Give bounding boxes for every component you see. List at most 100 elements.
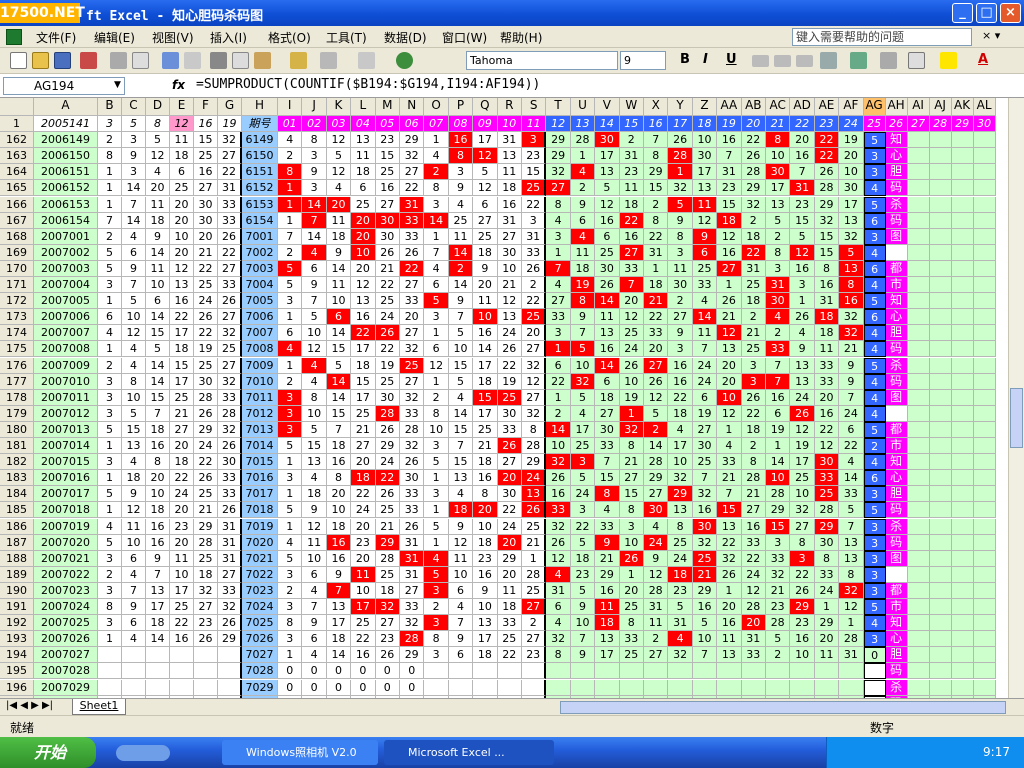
column-header[interactable]: AJ <box>929 98 952 116</box>
matrix-cell[interactable]: 12 <box>717 325 742 342</box>
header-cell[interactable]: 18 <box>692 116 718 133</box>
matrix-cell[interactable]: 0 <box>400 679 425 696</box>
matrix-cell[interactable]: 25 <box>375 293 400 310</box>
label-cell[interactable]: 胆 <box>885 164 908 181</box>
matrix-cell[interactable] <box>619 663 644 680</box>
empty-cell[interactable] <box>973 663 996 680</box>
matrix-cell[interactable]: 3 <box>546 228 571 245</box>
number-cell[interactable]: 14 <box>122 212 146 229</box>
matrix-cell[interactable]: 4 <box>570 228 596 245</box>
number-cell[interactable]: 13 <box>122 438 146 455</box>
column-header[interactable]: AH <box>885 98 908 116</box>
label-cell[interactable]: 心 <box>885 470 908 487</box>
matrix-cell[interactable]: 16 <box>546 486 571 503</box>
matrix-cell[interactable]: 3 <box>278 470 303 487</box>
issue-cell[interactable]: 2007007 <box>34 325 98 342</box>
number-cell[interactable]: 3 <box>98 389 122 406</box>
number-cell[interactable]: 4 <box>122 357 146 374</box>
matrix-cell[interactable]: 30 <box>375 389 400 406</box>
number-cell[interactable]: 26 <box>218 502 242 519</box>
matrix-cell[interactable]: 3 <box>278 293 303 310</box>
matrix-cell[interactable]: 6 <box>766 405 791 422</box>
matrix-cell[interactable]: 27 <box>497 228 522 245</box>
column-header[interactable]: A <box>34 98 98 116</box>
number-cell[interactable]: 25 <box>194 357 218 374</box>
matrix-cell[interactable]: 27 <box>522 631 547 648</box>
matrix-cell[interactable]: 24 <box>351 502 376 519</box>
label-cell[interactable]: 杀 <box>885 679 908 696</box>
matrix-cell[interactable]: 25 <box>522 582 547 599</box>
matrix-cell[interactable]: 0 <box>351 679 376 696</box>
matrix-cell[interactable]: 4 <box>278 341 303 358</box>
number-cell[interactable]: 20 <box>146 180 170 197</box>
empty-cell[interactable] <box>951 325 974 342</box>
matrix-cell[interactable]: 26 <box>814 164 840 181</box>
number-cell[interactable] <box>98 647 122 664</box>
matrix-cell[interactable]: 26 <box>668 132 693 149</box>
issue-cell[interactable]: 2007024 <box>34 599 98 616</box>
matrix-cell[interactable]: 29 <box>644 470 669 487</box>
empty-cell[interactable] <box>973 389 996 406</box>
number-cell[interactable] <box>194 663 218 680</box>
matrix-cell[interactable]: 6 <box>424 341 449 358</box>
matrix-cell[interactable]: 16 <box>473 470 498 487</box>
empty-cell[interactable] <box>951 309 974 326</box>
column-header[interactable]: L <box>351 98 376 116</box>
matrix-cell[interactable]: 5 <box>570 470 596 487</box>
matrix-cell[interactable]: 1 <box>839 615 864 632</box>
matrix-cell[interactable]: 31 <box>497 132 522 149</box>
matrix-cell[interactable]: 33 <box>814 470 840 487</box>
empty-cell[interactable] <box>973 164 996 181</box>
number-cell[interactable]: 13 <box>170 277 194 294</box>
issue-cell[interactable]: 2006150 <box>34 148 98 165</box>
matrix-cell[interactable]: 31 <box>400 566 425 583</box>
empty-cell[interactable] <box>907 599 930 616</box>
number-cell[interactable]: 29 <box>194 518 218 535</box>
matrix-cell[interactable]: 14 <box>326 373 352 390</box>
number-cell[interactable]: 20 <box>170 196 194 213</box>
empty-cell[interactable] <box>929 599 952 616</box>
number-cell[interactable]: 2 <box>98 228 122 245</box>
number-cell[interactable]: 6 <box>170 164 194 181</box>
empty-cell[interactable] <box>951 277 974 294</box>
matrix-cell[interactable]: 21 <box>522 534 547 551</box>
matrix-cell[interactable]: 7 <box>692 341 718 358</box>
matrix-cell[interactable]: 31 <box>497 212 522 229</box>
vertical-scroll-thumb[interactable] <box>1010 388 1023 448</box>
matrix-cell[interactable]: 1 <box>644 260 669 277</box>
empty-cell[interactable] <box>951 341 974 358</box>
matrix-cell[interactable]: 5 <box>278 502 303 519</box>
empty-cell[interactable] <box>951 470 974 487</box>
matrix-cell[interactable]: 27 <box>473 212 498 229</box>
number-cell[interactable]: 25 <box>170 389 194 406</box>
menu-edit[interactable]: 编辑(E) <box>94 29 135 46</box>
matrix-cell[interactable]: 12 <box>302 341 327 358</box>
column-header[interactable]: AL <box>973 98 996 116</box>
matrix-cell[interactable]: 33 <box>644 325 669 342</box>
column-header[interactable]: I <box>278 98 303 116</box>
matrix-cell[interactable]: 20 <box>497 534 522 551</box>
matrix-cell[interactable]: 12 <box>326 132 352 149</box>
font-size-select[interactable]: 9 <box>620 51 666 70</box>
count-cell[interactable]: 6 <box>863 260 886 277</box>
count-cell[interactable] <box>863 663 886 680</box>
matrix-cell[interactable]: 22 <box>644 309 669 326</box>
matrix-cell[interactable]: 2 <box>644 631 669 648</box>
empty-cell[interactable] <box>929 615 952 632</box>
empty-cell[interactable] <box>973 454 996 471</box>
matrix-cell[interactable]: 12 <box>790 244 815 261</box>
matrix-cell[interactable]: 6 <box>448 582 474 599</box>
matrix-cell[interactable]: 10 <box>570 615 596 632</box>
matrix-cell[interactable]: 29 <box>595 566 620 583</box>
matrix-cell[interactable]: 26 <box>497 341 522 358</box>
matrix-cell[interactable]: 25 <box>448 212 474 229</box>
spelling-icon[interactable] <box>162 52 179 69</box>
matrix-cell[interactable] <box>424 679 449 696</box>
matrix-cell[interactable]: 31 <box>644 244 669 261</box>
empty-cell[interactable] <box>929 164 952 181</box>
matrix-cell[interactable]: 33 <box>522 244 547 261</box>
matrix-cell[interactable]: 3 <box>570 502 596 519</box>
matrix-cell[interactable]: 10 <box>473 518 498 535</box>
matrix-cell[interactable]: 6 <box>302 260 327 277</box>
number-cell[interactable]: 32 <box>218 421 242 438</box>
